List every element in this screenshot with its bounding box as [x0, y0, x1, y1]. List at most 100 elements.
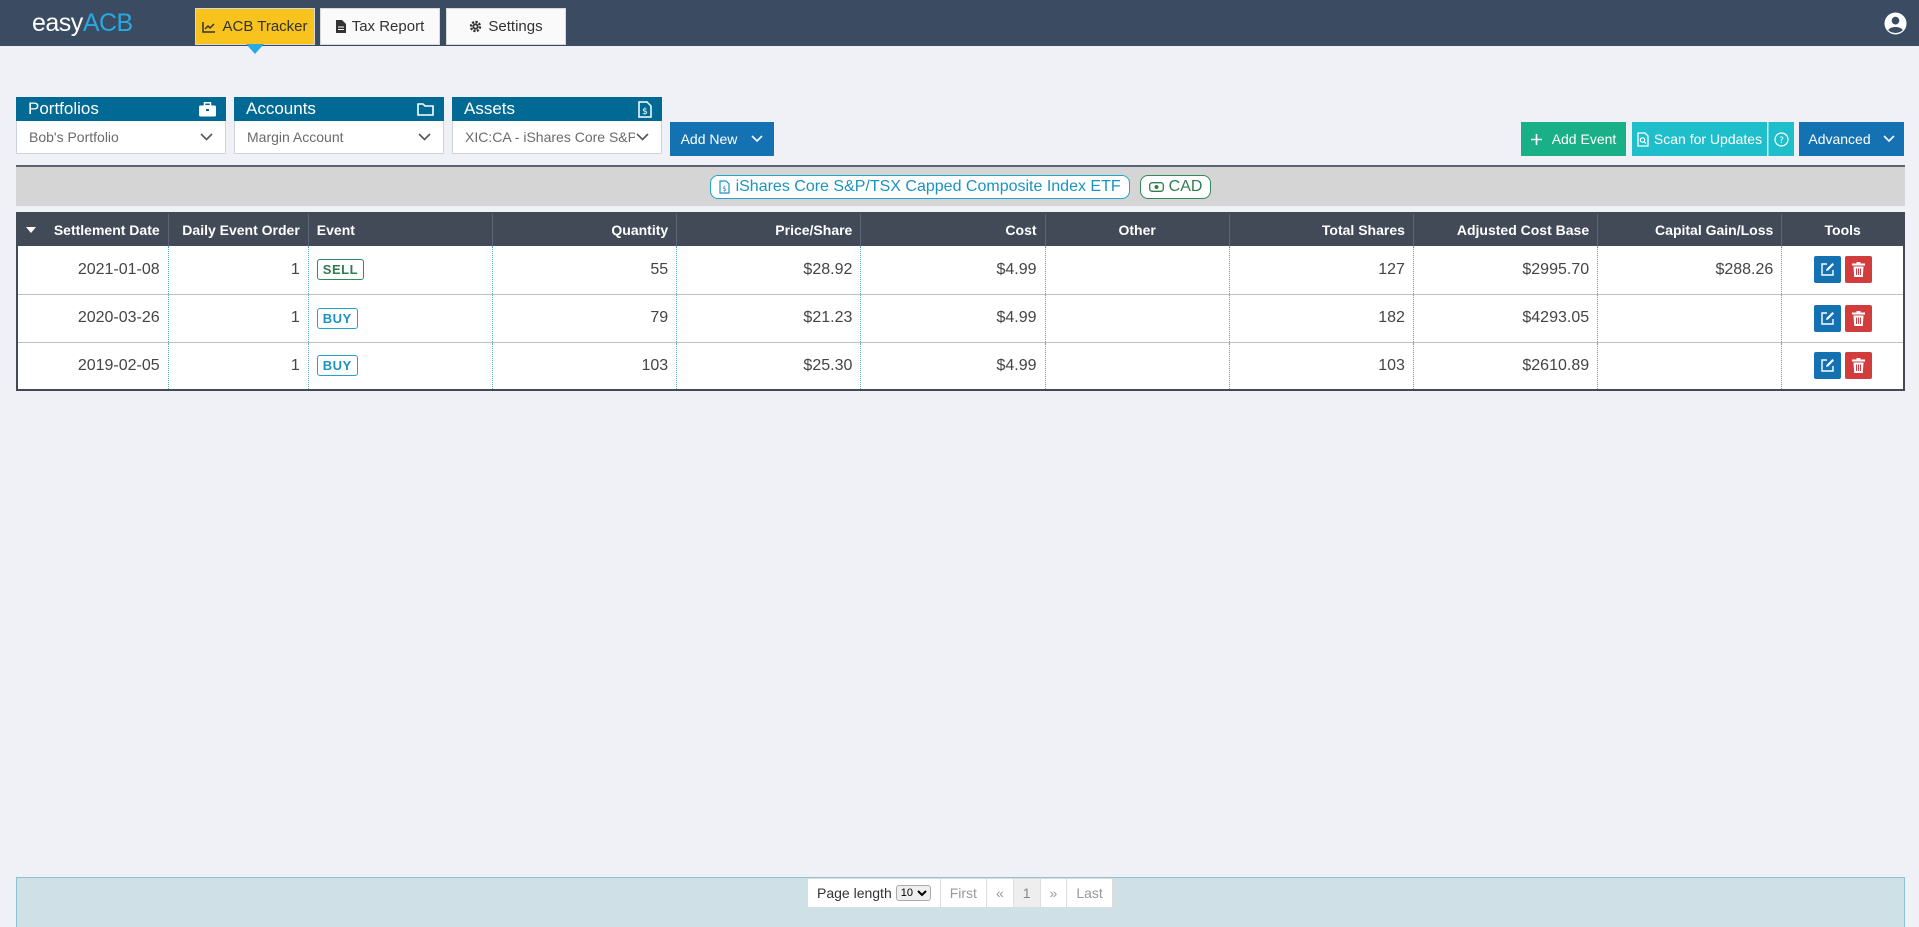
file-dollar-icon: $: [638, 100, 652, 118]
table-row[interactable]: 2019-02-05 1 BUY 103 $25.30 $4.99 103 $2…: [17, 342, 1904, 391]
advanced-button[interactable]: Advanced: [1799, 122, 1904, 156]
page-length-label: Page length: [817, 885, 892, 901]
cell-cost: $4.99: [860, 342, 1046, 391]
chevron-down-icon: [1883, 135, 1895, 143]
page-next-button[interactable]: »: [1041, 879, 1068, 907]
cell-price: $28.92: [676, 246, 862, 295]
cell-order: 1: [168, 342, 309, 391]
col-cost[interactable]: Cost: [860, 213, 1046, 246]
cell-tools: [1781, 342, 1904, 391]
cell-cost: $4.99: [860, 294, 1046, 343]
briefcase-icon: [199, 101, 216, 116]
col-settlement-date[interactable]: Settlement Date: [17, 213, 169, 246]
header-label: Other: [1118, 222, 1156, 238]
cell-quantity: 55: [492, 246, 678, 295]
scan-for-updates-button[interactable]: Scan for Updates: [1632, 122, 1767, 156]
cell-acb: $2610.89: [1413, 342, 1599, 391]
portfolios-value: Bob's Portfolio: [29, 129, 119, 145]
header-label: Cost: [1005, 222, 1037, 238]
header-label: Adjusted Cost Base: [1456, 222, 1590, 238]
trash-icon: [1851, 262, 1865, 278]
cell-event: BUY: [308, 294, 493, 343]
cell-price: $21.23: [676, 294, 862, 343]
cell-total-shares: 182: [1229, 294, 1414, 343]
edit-icon: [1820, 311, 1834, 325]
col-adjusted-cost-base[interactable]: Adjusted Cost Base: [1413, 213, 1599, 246]
col-capital-gain-loss[interactable]: Capital Gain/Loss: [1597, 213, 1783, 246]
chevron-down-icon: [200, 133, 213, 141]
add-new-button[interactable]: Add New: [670, 122, 774, 156]
table-header-row: Settlement Date Daily Event Order Event …: [17, 213, 1904, 246]
chevron-down-icon: [636, 133, 649, 141]
page-prev-button[interactable]: «: [987, 879, 1014, 907]
cell-date: 2021-01-08: [17, 246, 169, 295]
assets-selector: Assets $ XIC:CA - iShares Core S&P/TSX: [452, 97, 662, 157]
header-label: Price/Share: [775, 222, 853, 238]
tab-settings[interactable]: Settings: [446, 8, 566, 45]
col-total-shares[interactable]: Total Shares: [1229, 213, 1414, 246]
col-quantity[interactable]: Quantity: [492, 213, 678, 246]
delete-button[interactable]: [1844, 352, 1872, 380]
assets-value: XIC:CA - iShares Core S&P/TSX: [465, 129, 635, 145]
edit-button[interactable]: [1813, 304, 1841, 332]
svg-text:$: $: [722, 185, 726, 193]
page-last-button[interactable]: Last: [1067, 879, 1111, 907]
events-table: Settlement Date Daily Event Order Event …: [16, 212, 1905, 391]
header-label: Event: [316, 222, 355, 238]
file-dollar-icon: $: [718, 179, 730, 194]
chart-line-icon: [202, 21, 216, 33]
plus-icon: [1530, 133, 1542, 145]
col-event[interactable]: Event: [308, 213, 493, 246]
scan-help-button[interactable]: ?: [1768, 122, 1794, 156]
edit-button[interactable]: [1813, 256, 1841, 284]
assets-dropdown[interactable]: XIC:CA - iShares Core S&P/TSX: [452, 121, 662, 154]
cell-event: BUY: [308, 342, 493, 391]
cell-order: 1: [168, 294, 309, 343]
edit-icon: [1820, 263, 1834, 276]
cell-other: [1045, 246, 1230, 295]
tab-label: Settings: [488, 18, 543, 35]
accounts-dropdown[interactable]: Margin Account: [234, 121, 444, 154]
advanced-label: Advanced: [1808, 131, 1871, 147]
page-current-button[interactable]: 1: [1013, 879, 1041, 907]
page-first-button[interactable]: First: [941, 879, 987, 907]
asset-name: iShares Core S&P/TSX Capped Composite In…: [735, 177, 1121, 195]
brand-part-easy: easy: [32, 9, 83, 37]
portfolios-dropdown[interactable]: Bob's Portfolio: [16, 121, 226, 154]
cell-other: [1045, 342, 1230, 391]
header-label: Capital Gain/Loss: [1655, 222, 1774, 238]
folder-icon: [417, 103, 434, 116]
tab-label: Tax Report: [351, 18, 425, 35]
asset-name-badge: $ iShares Core S&P/TSX Capped Composite …: [709, 174, 1130, 199]
assets-header: Assets $: [452, 97, 662, 121]
brand-logo[interactable]: easyACB: [32, 9, 133, 38]
table-row[interactable]: 2020-03-26 1 BUY 79 $21.23 $4.99 182 $42…: [17, 294, 1904, 343]
accounts-selector: Accounts Margin Account: [234, 97, 444, 157]
table-row[interactable]: 2021-01-08 1 SELL 55 $28.92 $4.99 127 $2…: [17, 246, 1904, 295]
cell-cost: $4.99: [860, 246, 1046, 295]
user-account-icon[interactable]: [1884, 12, 1907, 35]
cell-gain: [1597, 294, 1783, 343]
tab-acb-tracker[interactable]: ACB Tracker: [195, 8, 315, 54]
page-length-select[interactable]: 10: [895, 885, 931, 901]
table-footer: Page length 10 First « 1 » Last: [16, 877, 1905, 927]
cell-acb: $4293.05: [1413, 294, 1599, 343]
cell-event: SELL: [308, 246, 493, 295]
delete-button[interactable]: [1844, 304, 1872, 332]
event-badge-buy: BUY: [316, 307, 358, 329]
col-price-share[interactable]: Price/Share: [676, 213, 862, 246]
edit-button[interactable]: [1813, 352, 1841, 380]
tab-tax-report[interactable]: Tax Report: [320, 8, 440, 45]
gear-icon: [470, 20, 482, 33]
file-icon: [335, 20, 346, 33]
header-label: Total Shares: [1321, 222, 1405, 238]
col-other[interactable]: Other: [1045, 213, 1230, 246]
cell-tools: [1781, 246, 1904, 295]
col-daily-event-order[interactable]: Daily Event Order: [168, 213, 309, 246]
assets-label: Assets: [464, 99, 516, 118]
delete-button[interactable]: [1844, 256, 1872, 284]
cell-quantity: 103: [492, 342, 678, 391]
add-event-button[interactable]: Add Event: [1521, 122, 1626, 156]
trash-icon: [1851, 310, 1865, 326]
add-new-label: Add New: [680, 131, 738, 147]
